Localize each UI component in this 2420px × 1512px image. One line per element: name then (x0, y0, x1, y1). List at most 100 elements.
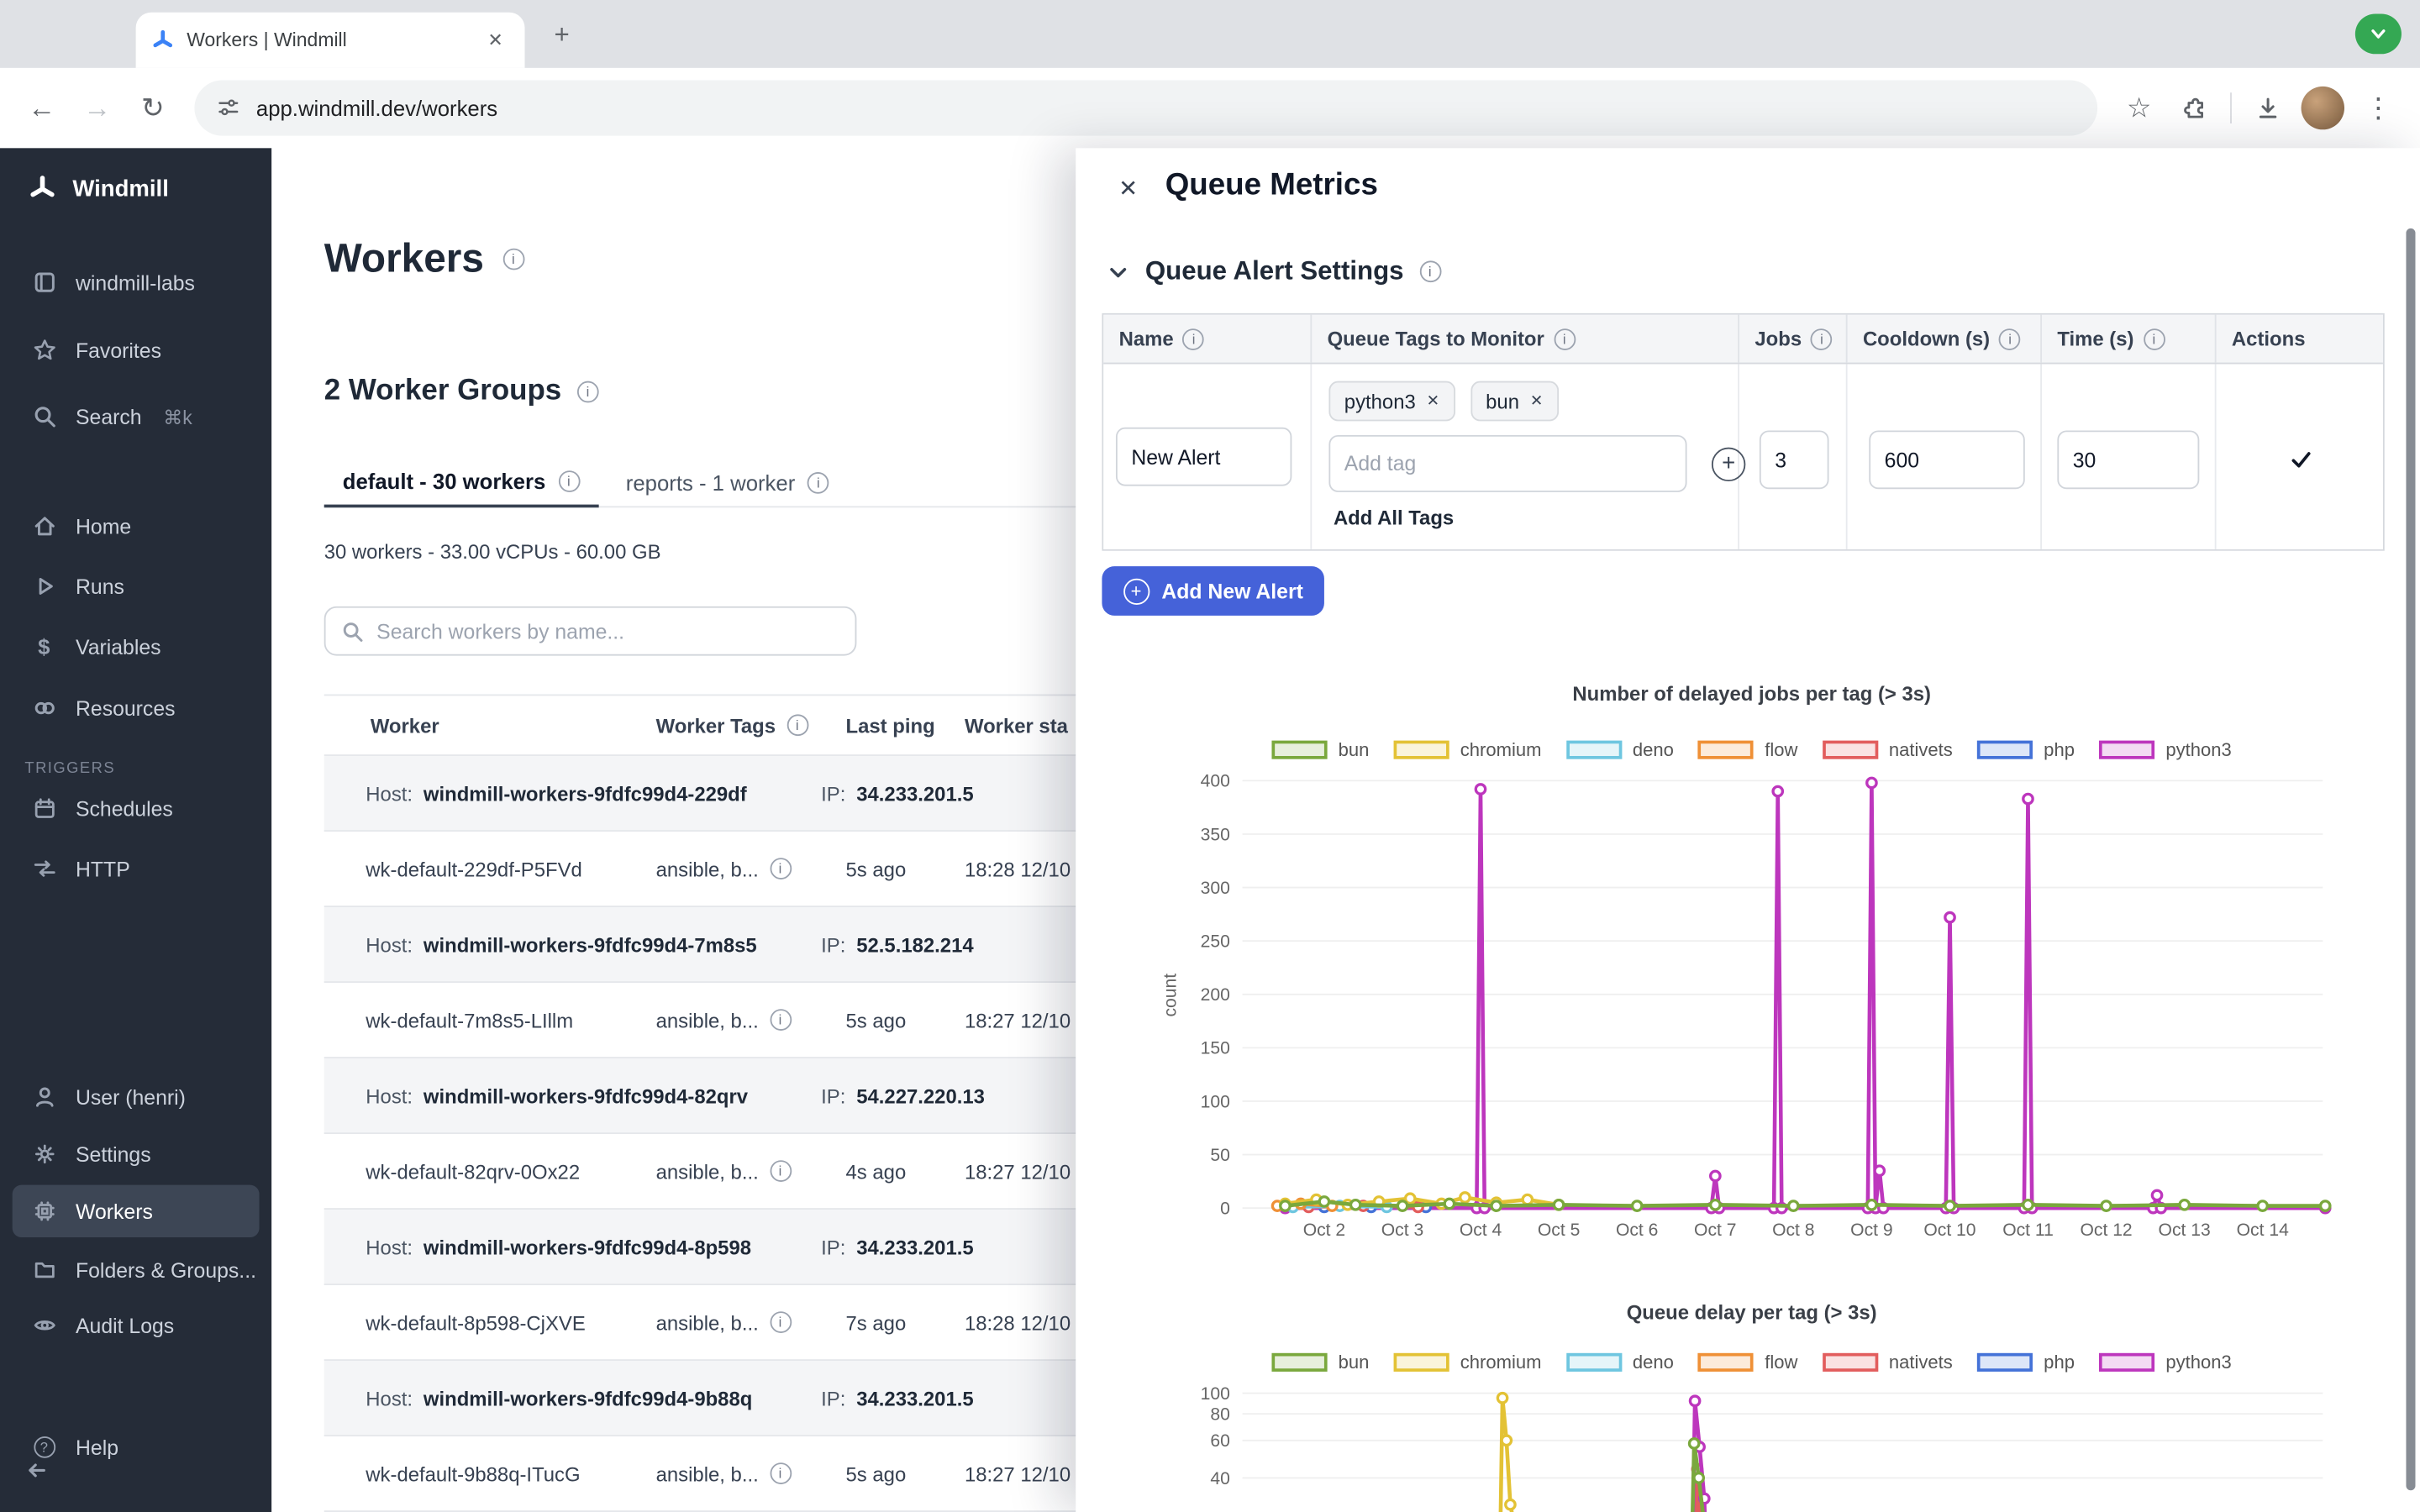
col-worker-tags: Worker Tagsi (656, 696, 808, 754)
page: Windmill windmill-labs Favorites Search … (0, 148, 2420, 1512)
sidebar-item-schedules[interactable]: Schedules (13, 782, 260, 834)
sidebar-item-folders-groups[interactable]: Folders & Groups... (13, 1243, 260, 1295)
info-icon[interactable]: i (770, 1462, 792, 1484)
bookmark-star-icon[interactable]: ☆ (2112, 81, 2165, 134)
info-icon[interactable]: i (770, 1160, 792, 1182)
play-icon (31, 574, 57, 598)
sidebar-item-settings[interactable]: Settings (13, 1128, 260, 1180)
legend-item[interactable]: chromium (1394, 739, 1542, 761)
tag-chip[interactable]: bun✕ (1470, 381, 1559, 422)
legend-swatch (2099, 1353, 2154, 1372)
info-icon[interactable]: i (502, 248, 524, 270)
tab-default-group[interactable]: default - 30 workers i (324, 457, 598, 508)
cooldown-input[interactable] (1869, 430, 2025, 489)
sidebar-item-http[interactable]: HTTP (13, 843, 260, 895)
jobs-input[interactable] (1760, 430, 1829, 489)
drawer-scrollbar[interactable] (2406, 228, 2415, 1490)
legend-item[interactable]: flow (1698, 1352, 1797, 1373)
info-icon[interactable]: i (2144, 328, 2165, 349)
site-settings-icon[interactable] (216, 96, 240, 120)
sidebar-item-workspace[interactable]: windmill-labs (13, 256, 260, 308)
info-icon[interactable]: i (786, 714, 808, 736)
queue-alert-settings-header[interactable]: Queue Alert Settings i (1107, 256, 1441, 287)
legend-item[interactable]: nativets (1823, 1352, 1953, 1373)
info-icon[interactable]: i (1811, 328, 1833, 349)
resources-icon (31, 696, 57, 720)
sidebar-item-runs[interactable]: Runs (13, 560, 260, 612)
browser-menu-icon[interactable]: ⋮ (2352, 81, 2404, 134)
legend-item[interactable]: python3 (2099, 1352, 2231, 1373)
http-routes-icon (31, 856, 57, 880)
sidebar-item-resources[interactable]: Resources (13, 682, 260, 734)
confirm-alert-button[interactable] (2217, 448, 2386, 472)
info-icon[interactable]: i (1419, 260, 1441, 282)
add-new-alert-button[interactable]: + Add New Alert (1102, 566, 1323, 616)
info-icon[interactable]: i (808, 471, 829, 493)
workers-label: Workers (76, 1200, 153, 1223)
legend-item[interactable]: flow (1698, 739, 1797, 761)
time-input[interactable] (2057, 430, 2199, 489)
legend-item[interactable]: bun (1272, 739, 1370, 761)
svg-text:Oct 12: Oct 12 (2080, 1221, 2132, 1240)
worker-cpu-icon (31, 1199, 57, 1223)
tag-chip[interactable]: python3✕ (1328, 381, 1455, 422)
address-bar[interactable]: app.windmill.dev/workers (194, 81, 2097, 136)
browser-tab[interactable]: Workers | Windmill ✕ (136, 13, 525, 68)
browser-update-button[interactable] (2355, 14, 2402, 55)
legend-item[interactable]: php (1977, 739, 2075, 761)
profile-avatar[interactable] (2302, 87, 2344, 129)
legend-item[interactable]: bun (1272, 1352, 1370, 1373)
sidebar-item-user[interactable]: User (henri) (13, 1071, 260, 1123)
info-icon[interactable]: i (770, 1009, 792, 1031)
search-input[interactable] (376, 619, 839, 643)
new-tab-button[interactable]: + (544, 17, 581, 54)
legend-item[interactable]: nativets (1823, 739, 1953, 761)
legend-item[interactable]: chromium (1394, 1352, 1542, 1373)
sidebar-item-home[interactable]: Home (13, 500, 260, 552)
triggers-section-label: TRIGGERS (24, 761, 115, 778)
svg-text:40: 40 (1210, 1469, 1229, 1488)
svg-text:250: 250 (1201, 932, 1230, 952)
svg-text:150: 150 (1201, 1039, 1230, 1058)
add-all-tags-button[interactable]: Add All Tags (1334, 506, 1454, 529)
downloads-icon[interactable] (2241, 81, 2293, 134)
back-button[interactable]: ← (15, 81, 67, 134)
forward-button[interactable]: → (71, 81, 123, 134)
sidebar-item-variables[interactable]: $ Variables (13, 620, 260, 672)
legend-item[interactable]: deno (1566, 1352, 1674, 1373)
brand[interactable]: Windmill (13, 162, 260, 214)
settings-label: Settings (76, 1142, 151, 1166)
tab-close-icon[interactable]: ✕ (481, 26, 509, 54)
sidebar-item-workers[interactable]: Workers (13, 1185, 260, 1237)
sidebar-item-favorites[interactable]: Favorites (13, 324, 260, 376)
legend-label: nativets (1889, 739, 1953, 761)
worker-search[interactable] (324, 606, 857, 656)
extensions-icon[interactable] (2169, 81, 2221, 134)
tab-reports-group[interactable]: reports - 1 worker i (608, 457, 848, 508)
info-icon[interactable]: i (577, 381, 599, 403)
worker-name: wk-default-7m8s5-LIllm (366, 983, 573, 1057)
legend-swatch (1698, 741, 1754, 759)
collapse-sidebar-icon[interactable] (24, 1458, 49, 1483)
add-tag-input[interactable] (1328, 435, 1686, 492)
remove-tag-icon[interactable]: ✕ (1427, 392, 1439, 409)
chevron-down-icon[interactable] (1107, 260, 1130, 283)
info-icon[interactable]: i (770, 858, 792, 879)
svg-text:200: 200 (1201, 985, 1230, 1005)
alert-name-input[interactable] (1116, 428, 1292, 486)
queue-delay-chart[interactable]: 100806040 (1158, 1383, 2346, 1512)
remove-tag-icon[interactable]: ✕ (1530, 392, 1543, 409)
info-icon[interactable]: i (1999, 328, 2021, 349)
legend-item[interactable]: deno (1566, 739, 1674, 761)
legend-item[interactable]: python3 (2099, 739, 2231, 761)
close-drawer-button[interactable]: ✕ (1107, 166, 1150, 209)
info-icon[interactable]: i (1183, 328, 1205, 349)
info-icon[interactable]: i (558, 470, 580, 491)
info-icon[interactable]: i (770, 1311, 792, 1333)
sidebar-item-search[interactable]: Search ⌘k (13, 391, 260, 443)
info-icon[interactable]: i (1554, 328, 1576, 349)
delayed-jobs-chart[interactable]: 050100150200250300350400Oct 2Oct 3Oct 4O… (1158, 769, 2346, 1253)
reload-button[interactable]: ↻ (127, 81, 179, 134)
sidebar-item-audit-logs[interactable]: Audit Logs (13, 1299, 260, 1352)
legend-item[interactable]: php (1977, 1352, 2075, 1373)
